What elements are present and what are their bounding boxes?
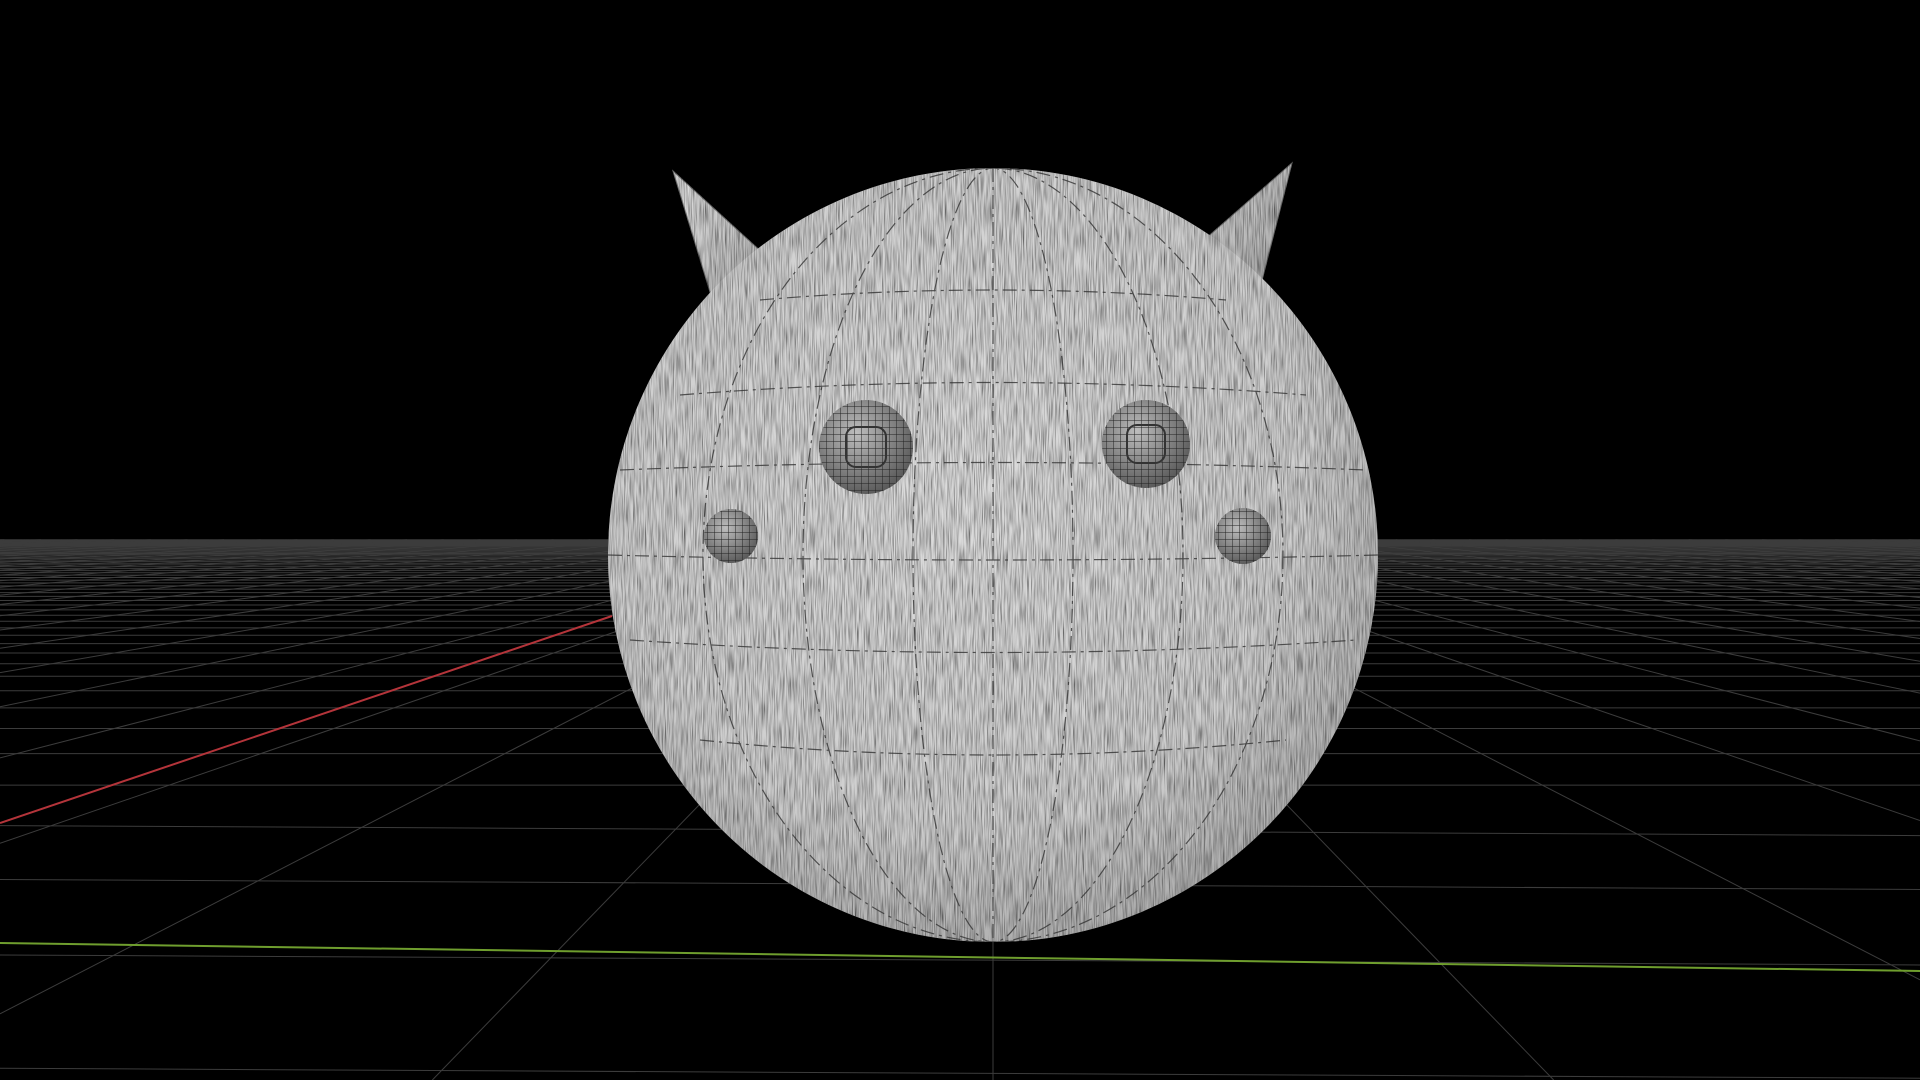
right-large-eye[interactable]	[1102, 400, 1190, 488]
right-small-eye[interactable]	[1215, 508, 1271, 564]
furry-creature-model[interactable]	[608, 161, 1378, 942]
grid-line-horizontal	[0, 1067, 1920, 1079]
x-axis-line	[0, 615, 613, 824]
viewport-canvas[interactable]	[0, 0, 1920, 1080]
left-small-eye[interactable]	[704, 509, 758, 563]
3d-viewport[interactable]	[0, 0, 1920, 1080]
left-large-eye[interactable]	[819, 400, 913, 494]
